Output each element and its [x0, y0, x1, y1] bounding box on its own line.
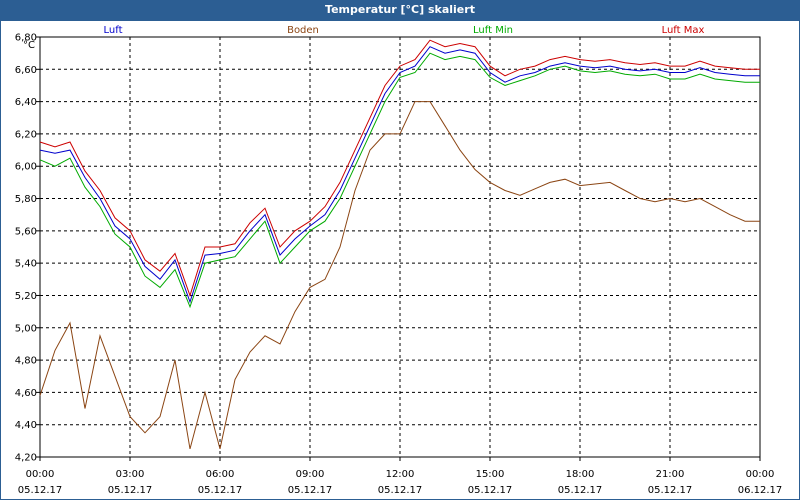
legend-entry-luft: Luft	[104, 25, 123, 36]
grid-lines	[36, 36, 761, 461]
x-tick-date: 05.12.17	[648, 485, 693, 496]
y-tick-label: 6,20	[15, 129, 37, 140]
x-tick-time: 00:00	[746, 469, 775, 480]
x-tick-time: 06:00	[206, 469, 235, 480]
x-tick-time: 12:00	[386, 469, 415, 480]
y-tick-label: 5,40	[15, 259, 37, 270]
y-axis-unit: °C	[23, 40, 35, 51]
y-tick-label: 4,40	[15, 420, 37, 431]
x-tick-date: 05.12.17	[18, 485, 63, 496]
x-tick-time: 15:00	[476, 469, 505, 480]
series-line-luft-max	[39, 39, 760, 298]
y-tick-label: 5,80	[15, 194, 37, 205]
legend-entry-boden: Boden	[287, 25, 319, 36]
x-tick-date: 05.12.17	[288, 485, 333, 496]
y-tick-label: 4,60	[15, 388, 37, 399]
x-tick-date: 05.12.17	[558, 485, 603, 496]
y-tick-label: 5,60	[15, 226, 37, 237]
x-tick-time: 18:00	[566, 469, 595, 480]
temperature-chart: 4,20 4,40 4,60 4,80 5,00 5,20 5,40 5,60 5,80 6,00…	[15, 25, 783, 496]
x-tick-labels: 00:00 05.12.17 03:00 05.12.17 06:00 05.12.17 0…	[18, 469, 783, 496]
x-tick-time: 21:00	[656, 469, 685, 480]
y-tick-label: 4,80	[15, 356, 37, 367]
x-tick-date: 06.12.17	[738, 485, 783, 496]
legend: Luft Boden Luft Min Luft Max	[104, 25, 705, 36]
x-tick-time: 09:00	[296, 469, 325, 480]
x-tick-time: 03:00	[116, 469, 145, 480]
x-tick-time: 00:00	[26, 469, 55, 480]
y-tick-label: 6,00	[15, 162, 37, 173]
legend-entry-luft-min: Luft Min	[473, 25, 513, 36]
y-tick-label: 6,40	[15, 97, 37, 108]
y-tick-labels: 4,20 4,40 4,60 4,80 5,00 5,20 5,40 5,60 5,80 6,00…	[15, 33, 37, 464]
y-tick-label: 4,20	[15, 453, 37, 464]
y-tick-label: 5,00	[15, 323, 37, 334]
y-tick-label: 6,60	[15, 65, 37, 76]
x-tick-date: 05.12.17	[468, 485, 513, 496]
x-tick-date: 05.12.17	[108, 485, 153, 496]
y-tick-label: 5,20	[15, 291, 37, 302]
x-tick-date: 05.12.17	[198, 485, 243, 496]
legend-entry-luft-max: Luft Max	[662, 25, 705, 36]
x-tick-date: 05.12.17	[378, 485, 423, 496]
